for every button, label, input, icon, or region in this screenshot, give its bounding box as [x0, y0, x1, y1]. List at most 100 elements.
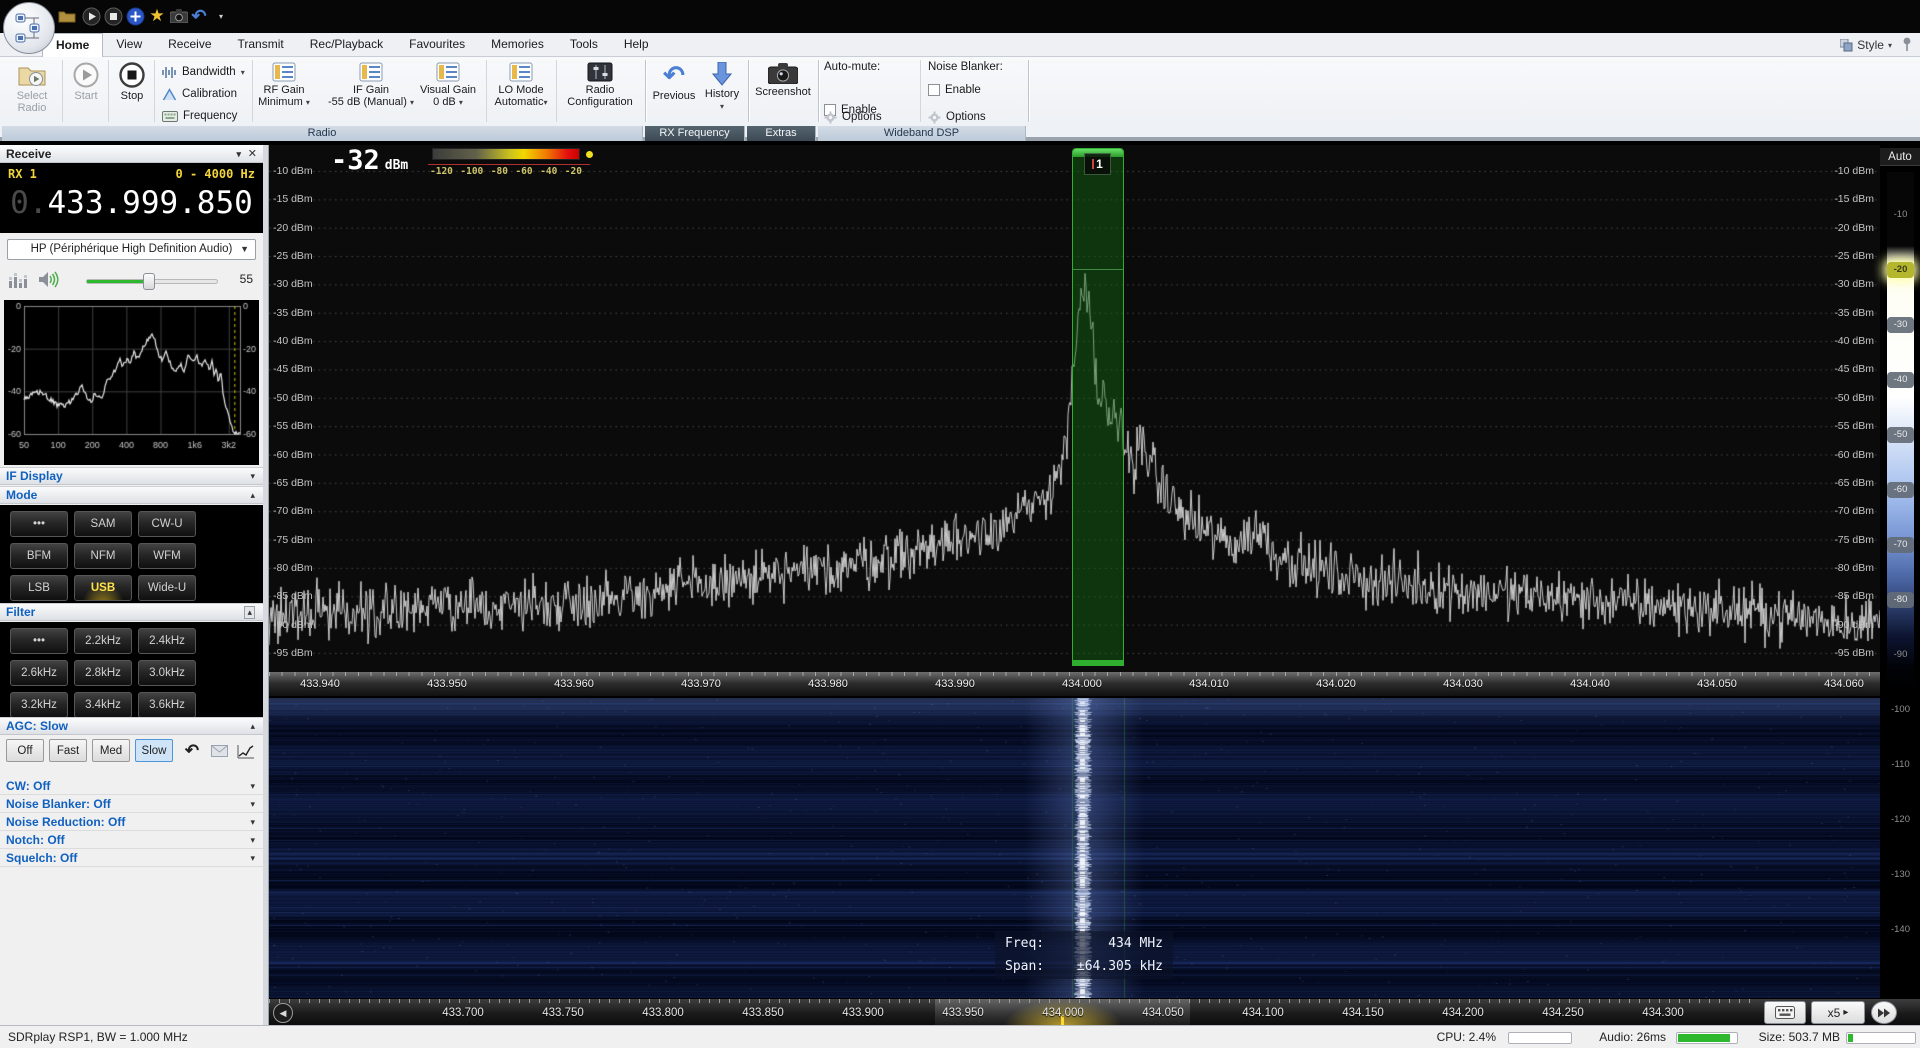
mode-button-sam[interactable]: SAM: [74, 511, 132, 537]
zoom-button[interactable]: x5 ▸: [1811, 1001, 1865, 1024]
level-tick-100[interactable]: -100: [1887, 702, 1914, 718]
agc-button-slow[interactable]: Slow: [135, 739, 173, 762]
palette-colorbar[interactable]: [432, 148, 580, 160]
mode-button-usb[interactable]: USB: [74, 575, 132, 601]
start-icon[interactable]: [80, 5, 102, 27]
filter-header[interactable]: Filter ▴: [0, 603, 263, 621]
agc-undo-icon[interactable]: ↶: [182, 741, 202, 761]
level-tick-50[interactable]: -50: [1887, 427, 1914, 443]
receive-panel-title[interactable]: Receive ▾ ✕: [0, 145, 263, 163]
level-tick-140[interactable]: -140: [1887, 922, 1914, 938]
noise-blanker-options-button[interactable]: Options: [928, 108, 1024, 126]
level-tick-60[interactable]: -60: [1887, 482, 1914, 498]
section-header-squelch-off[interactable]: Squelch: Off ▾: [0, 849, 263, 867]
tuned-frequency-display[interactable]: 0.433.999.850: [4, 185, 259, 221]
style-menu[interactable]: Style ▾: [1840, 36, 1892, 54]
spectrum-frequency-axis[interactable]: 433.940 433.950 433.960 433.970 433.980 433.9…: [269, 672, 1880, 696]
bandwidth-button[interactable]: Bandwidth ▾: [162, 63, 245, 81]
stop-button[interactable]: Stop: [112, 60, 152, 124]
agc-button-fast[interactable]: Fast: [49, 739, 87, 762]
mode-header[interactable]: Mode ▴: [0, 486, 263, 504]
noise-blanker-enable-checkbox[interactable]: Enable: [928, 81, 1024, 99]
stop-icon[interactable]: [102, 5, 124, 27]
level-tick-30[interactable]: -30: [1887, 317, 1914, 333]
mode-button-more[interactable]: •••: [10, 511, 68, 537]
panel-collapse-icon[interactable]: ▾: [236, 145, 241, 163]
agc-envelope-icon[interactable]: [209, 741, 229, 761]
level-tick-40[interactable]: -40: [1887, 372, 1914, 388]
filter-button-more[interactable]: •••: [10, 628, 68, 654]
filter-button-2-2khz[interactable]: 2.2kHz: [74, 628, 132, 654]
add-icon[interactable]: [124, 5, 146, 27]
section-header-noise-reduction-off[interactable]: Noise Reduction: Off ▾: [0, 813, 263, 831]
section-header-noise-blanker-off[interactable]: Noise Blanker: Off ▾: [0, 795, 263, 813]
section-header-cw-off[interactable]: CW: Off ▾: [0, 777, 263, 795]
spectrum-display[interactable]: -32 dBm -120 -100 -80 -60 -40 -20 1 -10 dBm -15…: [269, 145, 1880, 672]
level-tick-110[interactable]: -110: [1887, 757, 1914, 773]
agc-header[interactable]: AGC: Slow ▴: [0, 717, 263, 735]
tab-favourites[interactable]: Favourites: [396, 33, 478, 57]
auto-range-button[interactable]: Auto: [1880, 148, 1920, 166]
wideband-navigator-bar[interactable]: ◀ x5 ▸ 433.700 433.750 433.800 433.850 433.90…: [269, 998, 1920, 1026]
keyboard-entry-button[interactable]: [1764, 1001, 1806, 1024]
calibration-button[interactable]: Calibration: [162, 85, 237, 103]
tab-memories[interactable]: Memories: [478, 33, 557, 57]
level-scale-strip[interactable]: -10 -20 -30 -40 -50 -60 -70 -80 -90 -100 -110 -120 -…: [1887, 172, 1914, 998]
tab-help[interactable]: Help: [611, 33, 662, 57]
filter-button-3-0khz[interactable]: 3.0kHz: [138, 660, 196, 686]
camera-icon[interactable]: [168, 5, 190, 27]
history-button[interactable]: History ▾: [700, 60, 744, 124]
rf-gain-button[interactable]: RF Gain Minimum ▾: [248, 60, 320, 124]
agc-button-off[interactable]: Off: [6, 739, 44, 762]
tab-rec-playback[interactable]: Rec/Playback: [297, 33, 396, 57]
audio-device-select[interactable]: HP (Périphérique High Definition Audio) …: [7, 239, 256, 260]
speaker-icon[interactable]: [38, 270, 60, 289]
more-commands-icon[interactable]: ▾: [210, 5, 232, 27]
favourite-star-icon[interactable]: ★: [146, 5, 168, 27]
visual-gain-button[interactable]: Visual Gain 0 dB ▾: [414, 60, 482, 124]
radio-configuration-button[interactable]: Radio Configuration: [560, 60, 640, 124]
mode-button-cw-u[interactable]: CW-U: [138, 511, 196, 537]
tab-view[interactable]: View: [103, 33, 155, 57]
level-tick-130[interactable]: -130: [1887, 867, 1914, 883]
waterfall-level-scale[interactable]: Auto -10 -20 -30 -40 -50 -60 -70 -80 -90 -100 -110…: [1880, 145, 1920, 998]
mode-button-nfm[interactable]: NFM: [74, 543, 132, 569]
agc-button-med[interactable]: Med: [92, 739, 130, 762]
section-header-notch-off[interactable]: Notch: Off ▾: [0, 831, 263, 849]
frequency-button[interactable]: Frequency: [162, 107, 237, 125]
tab-transmit[interactable]: Transmit: [225, 33, 297, 57]
previous-frequency-button[interactable]: ↶ Previous: [650, 60, 698, 124]
undo-icon[interactable]: ↶: [188, 5, 210, 27]
rx-channel-marker[interactable]: [1072, 148, 1124, 666]
app-logo-icon[interactable]: [3, 2, 55, 54]
level-tick-70[interactable]: -70: [1887, 537, 1914, 553]
equalizer-icon[interactable]: [8, 271, 28, 289]
mode-button-wfm[interactable]: WFM: [138, 543, 196, 569]
agc-graph-icon[interactable]: [236, 741, 256, 761]
filter-button-2-6khz[interactable]: 2.6kHz: [10, 660, 68, 686]
filter-button-3-6khz[interactable]: 3.6kHz: [138, 692, 196, 718]
pin-icon[interactable]: [1900, 36, 1914, 52]
if-gain-button[interactable]: IF Gain -55 dB (Manual) ▾: [322, 60, 420, 124]
start-button[interactable]: Start: [66, 60, 106, 124]
volume-thumb[interactable]: [143, 273, 155, 290]
if-display-header[interactable]: IF Display ▾: [0, 467, 263, 485]
filter-button-2-8khz[interactable]: 2.8kHz: [74, 660, 132, 686]
lo-mode-button[interactable]: LO Mode Automatic▾: [490, 60, 552, 124]
level-tick-80[interactable]: -80: [1887, 592, 1914, 608]
select-radio-button[interactable]: Select Radio: [6, 60, 58, 124]
level-tick-10[interactable]: -10: [1887, 207, 1914, 223]
volume-slider[interactable]: [86, 273, 218, 290]
scroll-left-button[interactable]: ◀: [273, 1003, 293, 1023]
level-tick-20[interactable]: -20: [1887, 262, 1914, 278]
screenshot-button[interactable]: Screenshot: [752, 60, 814, 124]
rx-marker-label[interactable]: 1: [1084, 153, 1111, 175]
mode-button-bfm[interactable]: BFM: [10, 543, 68, 569]
auto-mute-options-button[interactable]: Options: [824, 108, 914, 126]
level-tick-120[interactable]: -120: [1887, 812, 1914, 828]
tab-tools[interactable]: Tools: [557, 33, 611, 57]
open-folder-icon[interactable]: [56, 5, 78, 27]
filter-button-2-4khz[interactable]: 2.4kHz: [138, 628, 196, 654]
mode-button-wide-u[interactable]: Wide-U: [138, 575, 196, 601]
level-tick-90[interactable]: -90: [1887, 647, 1914, 663]
